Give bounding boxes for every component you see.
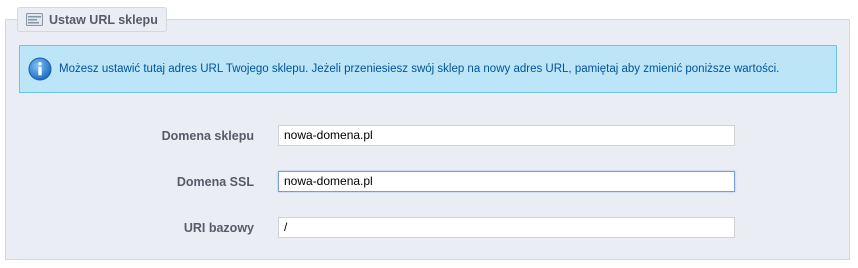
field-shop-domain: Domena sklepu nowa-domena.pl [0,125,858,149]
settings-panel-icon [26,13,43,26]
info-icon [28,57,52,81]
panel-title: Ustaw URL sklepu [49,12,158,27]
panel-legend: Ustaw URL sklepu [17,7,167,32]
info-text: Możesz ustawić tutaj adres URL Twojego s… [59,63,780,75]
ssl-domain-input[interactable]: nowa-domena.pl [278,171,735,192]
base-uri-input[interactable]: / [278,217,735,238]
field-base-uri: URI bazowy / [0,217,858,241]
ssl-domain-label: Domena SSL [176,175,254,189]
base-uri-label: URI bazowy [183,221,254,235]
shop-domain-input[interactable]: nowa-domena.pl [278,125,735,146]
shop-domain-label: Domena sklepu [161,129,254,143]
info-message: Możesz ustawić tutaj adres URL Twojego s… [19,45,837,93]
field-ssl-domain: Domena SSL nowa-domena.pl [0,171,858,195]
